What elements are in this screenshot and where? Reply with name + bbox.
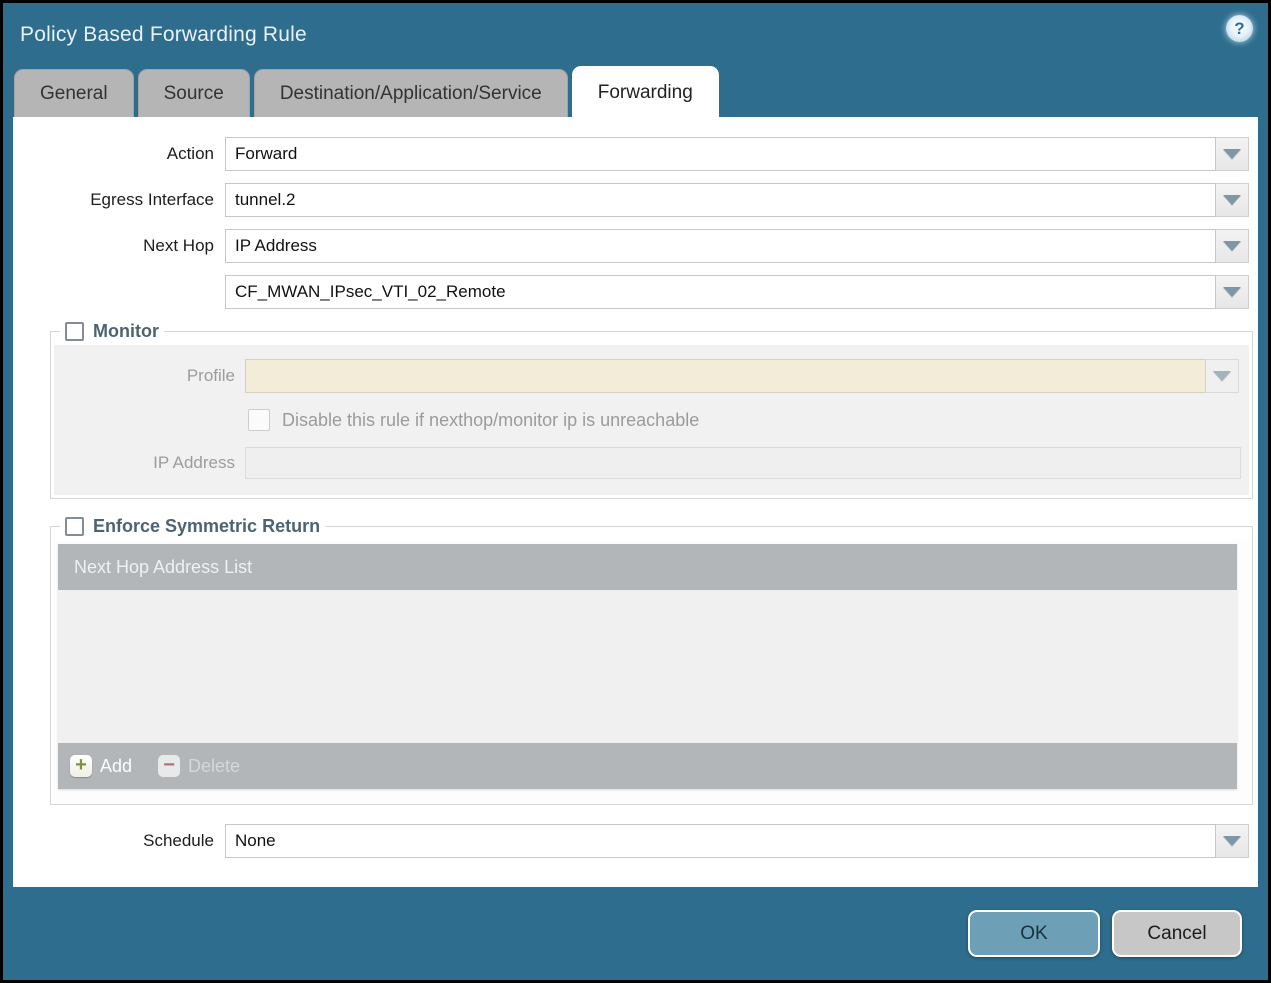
egress-interface-value[interactable]: tunnel.2 — [225, 183, 1216, 217]
dialog-footer: OK Cancel — [3, 887, 1268, 980]
egress-interface-row: Egress Interface tunnel.2 — [16, 183, 1249, 217]
chevron-down-icon — [1213, 371, 1231, 381]
tab-source[interactable]: Source — [138, 69, 250, 117]
next-hop-address-list-toolbar: + Add − Delete — [58, 743, 1237, 789]
symmetric-return-body: Next Hop Address List + Add − Delete — [54, 540, 1249, 801]
monitor-checkbox[interactable] — [65, 322, 84, 341]
disable-rule-checkbox — [248, 409, 270, 431]
egress-interface-select[interactable]: tunnel.2 — [225, 183, 1249, 217]
action-dropdown-button[interactable] — [1216, 137, 1249, 171]
schedule-label: Schedule — [16, 831, 225, 851]
next-hop-address-dropdown-button[interactable] — [1216, 275, 1249, 309]
action-label: Action — [16, 144, 225, 164]
delete-button: − Delete — [158, 755, 240, 777]
disable-rule-row: Disable this rule if nexthop/monitor ip … — [248, 409, 1249, 431]
add-button[interactable]: + Add — [70, 755, 132, 777]
chevron-down-icon — [1223, 195, 1241, 205]
ok-button[interactable]: OK — [968, 910, 1100, 957]
profile-label: Profile — [54, 366, 245, 386]
next-hop-value[interactable]: IP Address — [225, 229, 1216, 263]
next-hop-address-select[interactable]: CF_MWAN_IPsec_VTI_02_Remote — [225, 275, 1249, 309]
plus-icon: + — [70, 755, 92, 777]
tab-destination-application-service[interactable]: Destination/Application/Service — [254, 69, 568, 117]
egress-interface-label: Egress Interface — [16, 190, 225, 210]
monitor-ip-label: IP Address — [54, 453, 245, 473]
egress-interface-dropdown-button[interactable] — [1216, 183, 1249, 217]
forwarding-tab-panel: Action Forward Egress Interface tunnel.2… — [13, 117, 1258, 887]
tab-general[interactable]: General — [14, 69, 134, 117]
next-hop-dropdown-button[interactable] — [1216, 229, 1249, 263]
tab-forwarding[interactable]: Forwarding — [572, 66, 719, 117]
chevron-down-icon — [1223, 149, 1241, 159]
next-hop-address-list-header: Next Hop Address List — [58, 544, 1237, 590]
tab-bar: General Source Destination/Application/S… — [3, 66, 1268, 117]
policy-based-forwarding-dialog: Policy Based Forwarding Rule ? General S… — [3, 3, 1268, 980]
next-hop-label: Next Hop — [16, 236, 225, 256]
next-hop-address-list-rows[interactable] — [58, 590, 1237, 743]
action-value[interactable]: Forward — [225, 137, 1216, 171]
next-hop-address-value[interactable]: CF_MWAN_IPsec_VTI_02_Remote — [225, 275, 1216, 309]
profile-select-disabled — [245, 359, 1239, 393]
symmetric-return-legend: Enforce Symmetric Return — [60, 516, 325, 537]
disable-rule-label: Disable this rule if nexthop/monitor ip … — [282, 410, 699, 431]
next-hop-address-row: CF_MWAN_IPsec_VTI_02_Remote — [16, 275, 1249, 309]
symmetric-return-fieldset: Enforce Symmetric Return Next Hop Addres… — [50, 516, 1253, 805]
next-hop-select[interactable]: IP Address — [225, 229, 1249, 263]
dialog-title: Policy Based Forwarding Rule — [3, 23, 307, 47]
chevron-down-icon — [1223, 287, 1241, 297]
profile-row: Profile — [54, 359, 1249, 393]
cancel-button[interactable]: Cancel — [1112, 910, 1242, 957]
schedule-dropdown-button[interactable] — [1216, 824, 1249, 858]
help-icon[interactable]: ? — [1226, 15, 1253, 42]
add-button-label: Add — [100, 756, 132, 777]
chevron-down-icon — [1223, 836, 1241, 846]
monitor-ip-row: IP Address — [54, 447, 1249, 479]
minus-icon: − — [158, 755, 180, 777]
dialog-titlebar: Policy Based Forwarding Rule ? — [3, 3, 1268, 66]
schedule-row: Schedule None — [16, 824, 1249, 858]
next-hop-address-list-table: Next Hop Address List + Add − Delete — [58, 544, 1237, 789]
monitor-legend-label: Monitor — [93, 321, 159, 342]
schedule-value[interactable]: None — [225, 824, 1216, 858]
chevron-down-icon — [1223, 241, 1241, 251]
next-hop-row: Next Hop IP Address — [16, 229, 1249, 263]
symmetric-return-legend-label: Enforce Symmetric Return — [93, 516, 320, 537]
monitor-fieldset: Monitor Profile Disable this rule if nex… — [50, 321, 1253, 499]
profile-value — [245, 359, 1206, 393]
action-select[interactable]: Forward — [225, 137, 1249, 171]
symmetric-return-checkbox[interactable] — [65, 517, 84, 536]
profile-dropdown-button — [1206, 359, 1239, 393]
delete-button-label: Delete — [188, 756, 240, 777]
monitor-body: Profile Disable this rule if nexthop/mon… — [54, 345, 1249, 495]
monitor-ip-input-disabled — [245, 447, 1241, 479]
schedule-select[interactable]: None — [225, 824, 1249, 858]
action-row: Action Forward — [16, 137, 1249, 171]
monitor-legend: Monitor — [60, 321, 164, 342]
